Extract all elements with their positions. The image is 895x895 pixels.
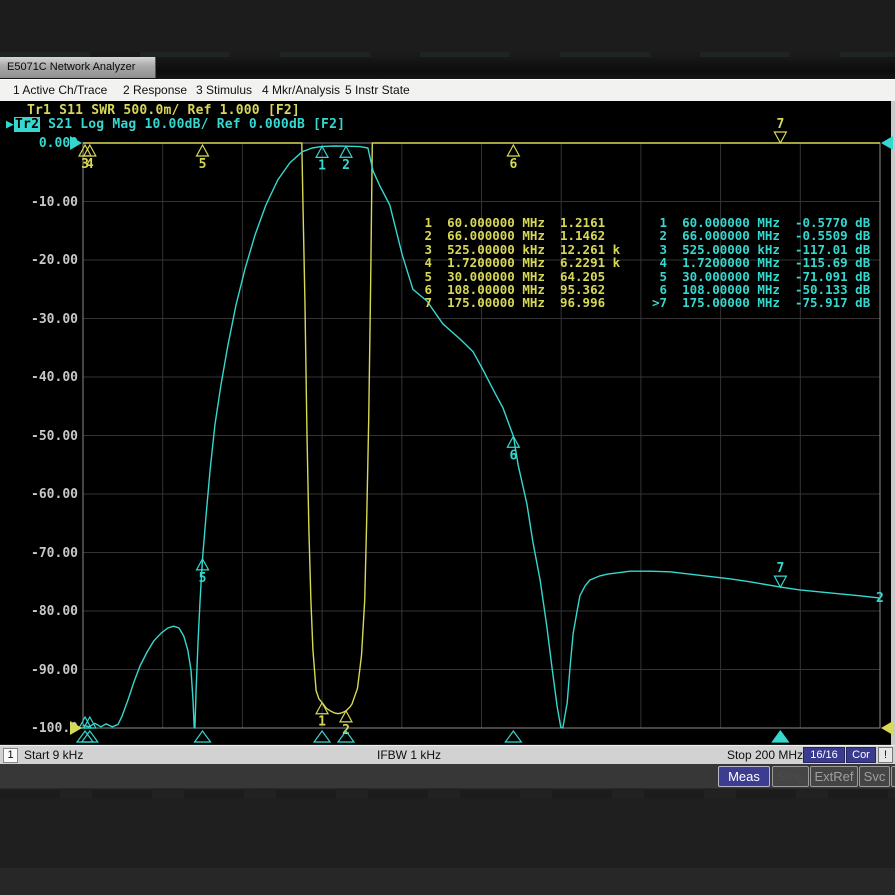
marker-table-row: 7 175.00000 MHz 96.996 xyxy=(417,296,620,309)
marker-number: >7 xyxy=(652,296,667,309)
marker-value: 96.996 xyxy=(560,295,605,310)
y-axis-label: -70.00 xyxy=(6,546,78,561)
marker-value: 6.2291 k xyxy=(560,255,620,270)
y-axis-label: -10.00 xyxy=(6,195,78,210)
menu-item-response[interactable]: 2 Response xyxy=(123,83,187,97)
marker-frequency: 108.00000 MHz xyxy=(682,283,780,296)
menu-item-stimulus[interactable]: 3 Stimulus xyxy=(196,83,252,97)
menu-item-instr-state[interactable]: 5 Instr State xyxy=(345,83,410,97)
menu-bar: 1 Active Ch/Trace 2 Response 3 Stimulus 4 M… xyxy=(0,79,895,102)
marker-table-tr2: 160.000000 MHz-0.5770 dB266.000000 MHz-0… xyxy=(652,216,870,310)
extref-button[interactable]: ExtRef xyxy=(810,766,858,787)
network-analyzer-screen: E5071C Network Analyzer 1 Active Ch/Trac… xyxy=(0,0,895,895)
y-axis-label: -100.0 xyxy=(6,721,78,736)
alert-badge: ! xyxy=(878,747,893,763)
trace2-header[interactable]: ▶Tr2 S21 Log Mag 10.00dB/ Ref 0.000dB [F… xyxy=(6,117,345,132)
start-frequency-label: Start 9 kHz xyxy=(24,748,83,762)
y-axis-label: -90.00 xyxy=(6,663,78,678)
marker-number: 3 xyxy=(417,243,432,256)
marker-table-row: 266.000000 MHz-0.5509 dB xyxy=(652,229,870,242)
marker-frequency: 525.00000 kHz xyxy=(447,243,545,256)
marker-frequency: 1.7200000 MHz xyxy=(682,256,780,269)
y-axis-label: -60.00 xyxy=(6,487,78,502)
marker-table-row: 530.000000 MHz64.205 xyxy=(417,270,620,283)
softkey-toolbar: MeasStopExtRefSvc xyxy=(0,764,895,789)
marker-table-row: 266.000000 MHz1.1462 xyxy=(417,229,620,242)
desktop-strip xyxy=(0,0,895,58)
display-right-edge xyxy=(891,101,895,762)
marker-frequency: 60.000000 MHz xyxy=(682,216,780,229)
stop-button[interactable]: Stop xyxy=(772,766,809,787)
marker-number: 3 xyxy=(652,243,667,256)
marker-number: 4 xyxy=(417,256,432,269)
meas-button[interactable]: Meas xyxy=(718,766,770,787)
marker-number: 6 xyxy=(417,283,432,296)
marker-table-row: 530.000000 MHz-71.091 dB xyxy=(652,270,870,283)
trace2-detail: S21 Log Mag 10.00dB/ Ref 0.000dB [F2] xyxy=(40,117,345,132)
marker-number: 4 xyxy=(652,256,667,269)
marker-number: 5 xyxy=(652,270,667,283)
window-title[interactable]: E5071C Network Analyzer xyxy=(0,57,156,78)
menu-item-active-ch-trace[interactable]: 1 Active Ch/Trace xyxy=(13,83,107,97)
marker-number: 1 xyxy=(417,216,432,229)
marker-number: 6 xyxy=(652,283,667,296)
bottom-bezel-texture xyxy=(0,790,895,798)
sweep-points-badge: 16/16 xyxy=(803,747,845,763)
marker-table-row: 6108.00000 MHz95.362 xyxy=(417,283,620,296)
ifbw-label: IFBW 1 kHz xyxy=(377,748,441,762)
y-axis-label: -50.00 xyxy=(6,429,78,444)
trace1-detail: S11 SWR 500.0m/ Ref 1.000 [F2] xyxy=(51,103,300,118)
status-bar: 1 Start 9 kHz IFBW 1 kHz Stop 200 MHz 16… xyxy=(0,745,895,765)
trace1-header[interactable]: Tr1 S11 SWR 500.0m/ Ref 1.000 [F2] xyxy=(27,103,300,118)
stop-frequency-label: Stop 200 MHz xyxy=(727,748,803,762)
marker-table-row: 4 1.7200000 MHz 6.2291 k xyxy=(417,256,620,269)
marker-table-row: 160.000000 MHz-0.5770 dB xyxy=(652,216,870,229)
bottom-bezel-band xyxy=(0,868,895,895)
marker-table-row: 4 1.7200000 MHz -115.69 dB xyxy=(652,256,870,269)
marker-number: 7 xyxy=(417,296,432,309)
marker-table-row: 160.000000 MHz1.2161 xyxy=(417,216,620,229)
trace2-label-selected: Tr2 xyxy=(14,117,40,132)
trace1-label: Tr1 xyxy=(27,103,51,118)
marker-frequency: 525.00000 kHz xyxy=(682,243,780,256)
marker-value: -115.69 dB xyxy=(795,255,870,270)
marker-number: 1 xyxy=(652,216,667,229)
correction-badge: Cor xyxy=(846,747,876,763)
y-axis-label: -30.00 xyxy=(6,312,78,327)
marker-number: 5 xyxy=(417,270,432,283)
marker-frequency: 175.00000 MHz xyxy=(447,296,545,309)
channel-number-badge: 1 xyxy=(3,748,18,763)
marker-frequency: 175.00000 MHz xyxy=(682,296,780,309)
marker-frequency: 30.000000 MHz xyxy=(447,270,545,283)
marker-frequency: 1.7200000 MHz xyxy=(447,256,545,269)
marker-table-row: >7 175.00000 MHz -75.917 dB xyxy=(652,296,870,309)
active-trace-arrow-icon: ▶ xyxy=(6,117,14,132)
marker-table-tr1: 160.000000 MHz1.2161266.000000 MHz1.1462… xyxy=(417,216,620,310)
y-axis-label: 0.000 xyxy=(6,136,78,151)
svc-button[interactable]: Svc xyxy=(859,766,890,787)
marker-value: -75.917 dB xyxy=(795,295,870,310)
marker-frequency: 66.000000 MHz xyxy=(447,229,545,242)
marker-frequency: 60.000000 MHz xyxy=(447,216,545,229)
marker-table-row: 3525.00000 kHz-117.01 dB xyxy=(652,243,870,256)
marker-frequency: 30.000000 MHz xyxy=(682,270,780,283)
marker-frequency: 66.000000 MHz xyxy=(682,229,780,242)
y-axis-label: -80.00 xyxy=(6,604,78,619)
menu-item-mkr-analysis[interactable]: 4 Mkr/Analysis xyxy=(262,83,340,97)
y-axis-label: -20.00 xyxy=(6,253,78,268)
instrument-display xyxy=(0,101,895,744)
y-axis-label: -40.00 xyxy=(6,370,78,385)
clipped-button-sliver xyxy=(891,766,895,787)
marker-table-row: 6108.00000 MHz-50.133 dB xyxy=(652,283,870,296)
marker-number: 2 xyxy=(652,229,667,242)
marker-number: 2 xyxy=(417,229,432,242)
marker-table-row: 3525.00000 kHz12.261 k xyxy=(417,243,620,256)
marker-frequency: 108.00000 MHz xyxy=(447,283,545,296)
